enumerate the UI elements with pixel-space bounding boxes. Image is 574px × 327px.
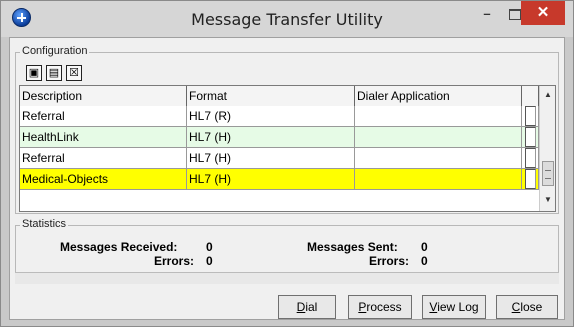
messages-received-value: 0 [206,240,213,254]
client-area: Configuration ▣ ▤ ☒ Description Format D… [9,37,565,320]
column-header-enabled[interactable] [522,86,539,106]
messages-received-label: Messages Received: [60,240,178,254]
cell-enabled[interactable] [522,148,539,168]
configuration-group: Configuration ▣ ▤ ☒ Description Format D… [15,45,559,214]
messages-sent-label: Messages Sent: [307,240,398,254]
maximize-icon [509,9,521,21]
configuration-table[interactable]: Description Format Dialer Application Re… [19,85,556,212]
copy-icon[interactable]: ▤ [46,65,62,81]
column-header-format[interactable]: Format [187,86,355,106]
cell-format[interactable]: HL7 (R) [187,106,355,126]
cell-description[interactable]: Medical-Objects [20,169,187,189]
table-row[interactable]: Referral HL7 (H) [20,148,539,169]
cell-description[interactable]: Referral [20,148,187,168]
view-log-button[interactable]: View Log [422,295,486,319]
app-window: Message Transfer Utility – ✕ Configurati… [0,0,574,327]
cell-dialer-application[interactable] [355,127,522,147]
cell-dialer-application[interactable] [355,106,522,126]
configuration-label: Configuration [20,45,90,57]
errors-received-value: 0 [206,254,213,268]
cell-description[interactable]: Referral [20,106,187,126]
table-row[interactable]: Referral HL7 (R) [20,106,539,127]
scroll-thumb[interactable] [542,161,554,186]
cell-format[interactable]: HL7 (H) [187,148,355,168]
column-header-dialer-application[interactable]: Dialer Application [355,86,522,106]
messages-sent-value: 0 [421,240,428,254]
errors-sent-label: Errors: [369,254,410,268]
close-window-button[interactable]: ✕ [521,1,565,25]
cell-format[interactable]: HL7 (H) [187,127,355,147]
errors-received-label: Errors: [154,254,195,268]
cell-format[interactable]: HL7 (H) [187,169,355,189]
statistics-label: Statistics [20,218,69,230]
row-checkbox[interactable] [525,127,536,147]
dial-button[interactable]: Dial [278,295,336,319]
table-row[interactable]: HealthLink HL7 (H) [20,127,539,148]
vertical-scrollbar[interactable]: ▲ ▼ [539,86,555,211]
title-bar[interactable]: Message Transfer Utility – ✕ [1,1,573,37]
status-bar [15,272,559,284]
cell-description[interactable]: HealthLink [20,127,187,147]
scroll-down-icon[interactable]: ▼ [544,195,552,204]
row-checkbox[interactable] [525,106,536,126]
cell-enabled[interactable] [522,169,539,189]
cell-dialer-application[interactable] [355,169,522,189]
cell-enabled[interactable] [522,127,539,147]
delete-icon[interactable]: ☒ [66,65,82,81]
process-button[interactable]: Process [348,295,412,319]
table-header: Description Format Dialer Application [20,86,539,107]
minimize-button[interactable]: – [473,3,501,25]
column-header-description[interactable]: Description [20,86,187,106]
table-row[interactable]: Medical-Objects HL7 (H) [20,169,539,190]
close-button[interactable]: Close [496,295,558,319]
cell-dialer-application[interactable] [355,148,522,168]
scroll-up-icon[interactable]: ▲ [544,90,552,99]
cell-enabled[interactable] [522,106,539,126]
row-checkbox[interactable] [525,169,536,189]
errors-sent-value: 0 [421,254,428,268]
new-icon[interactable]: ▣ [26,65,42,81]
row-checkbox[interactable] [525,148,536,168]
